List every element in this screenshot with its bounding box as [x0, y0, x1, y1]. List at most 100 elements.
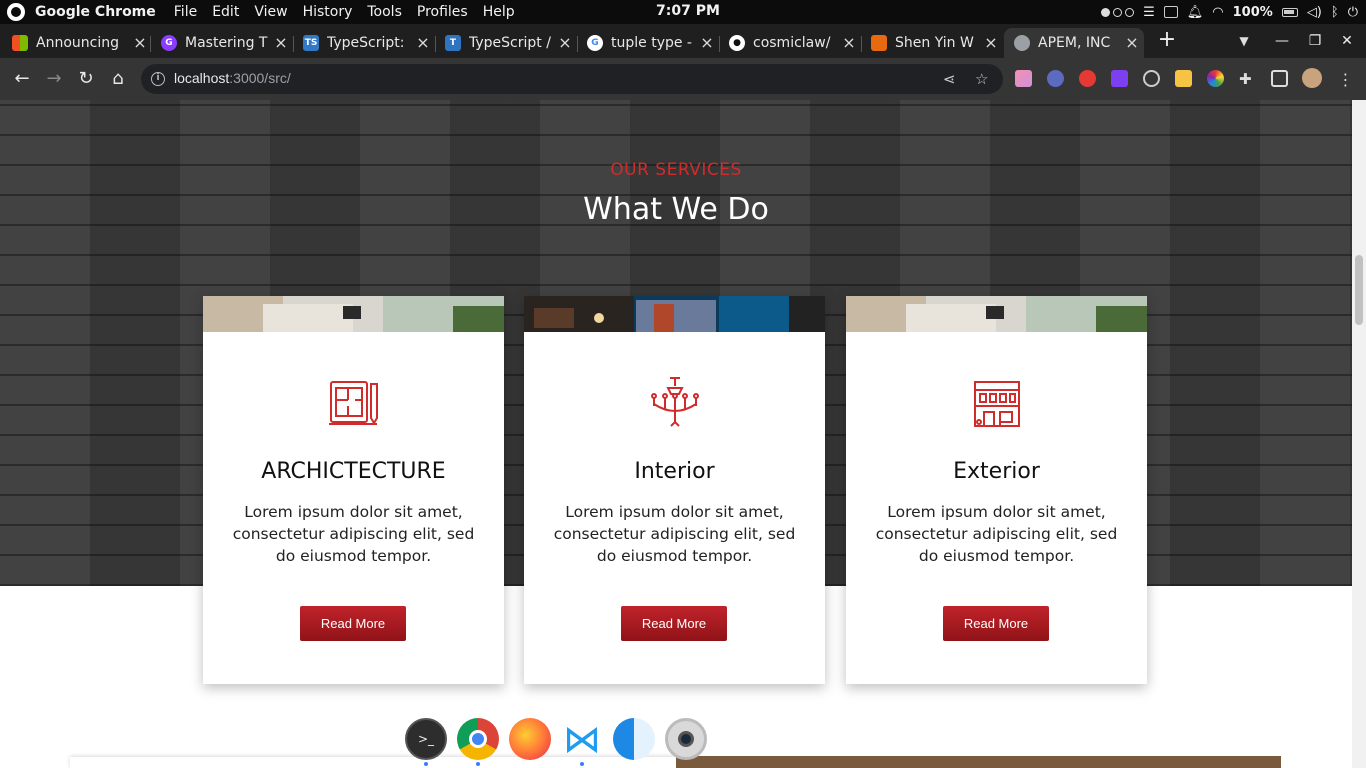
extension-hand-icon[interactable] — [1079, 70, 1096, 87]
minimize-icon[interactable]: — — [1273, 32, 1291, 50]
close-icon[interactable]: × — [983, 35, 999, 51]
running-indicator — [580, 762, 584, 766]
tab-title: TypeScript / — [469, 35, 551, 51]
extension-v-icon[interactable] — [1111, 70, 1128, 87]
google-icon: G — [587, 35, 603, 51]
kebab-menu-icon[interactable]: ⋮ — [1337, 70, 1354, 89]
scrollbar-thumb[interactable] — [1355, 255, 1363, 325]
service-card-architecture: ARCHICTECTURE Lorem ipsum dolor sit amet… — [203, 296, 504, 684]
tab-title: TypeScript: — [327, 35, 405, 51]
globe-icon — [1014, 35, 1030, 51]
running-indicator — [476, 762, 480, 766]
tab-shen-yin[interactable]: Shen Yin W × — [871, 28, 1003, 58]
tab-announcing[interactable]: Announcing × — [12, 28, 152, 58]
read-more-button[interactable]: Read More — [621, 606, 727, 641]
close-window-icon[interactable]: ✕ — [1338, 32, 1356, 50]
tab-title: tuple type - — [611, 35, 692, 51]
vscode-icon[interactable]: ⋈ — [561, 718, 603, 760]
reload-icon[interactable]: ↻ — [74, 67, 98, 91]
close-icon[interactable]: × — [273, 35, 289, 51]
camera-icon[interactable] — [665, 718, 707, 760]
workspace-dots-icon[interactable] — [1101, 7, 1135, 17]
notification-bell-icon[interactable]: 🔔︎ — [1187, 5, 1204, 20]
close-icon[interactable]: × — [699, 35, 715, 51]
menu-view[interactable]: View — [254, 4, 287, 20]
volume-icon[interactable]: ◁) — [1307, 5, 1322, 20]
tab-cosmiclaw[interactable]: ● cosmiclaw/ × — [729, 28, 861, 58]
system-tray: ☰ 🔔︎ ◠ 100% ◁) ᛒ ⏻ — [1101, 0, 1358, 24]
menu-profiles[interactable]: Profiles — [417, 4, 468, 20]
card-title: ARCHICTECTURE — [261, 459, 446, 484]
restore-icon[interactable]: ❐ — [1306, 32, 1324, 50]
menu-edit[interactable]: Edit — [212, 4, 239, 20]
tab-typescript-1[interactable]: TS TypeScript: × — [303, 28, 435, 58]
bookmark-star-icon[interactable]: ☆ — [975, 70, 988, 88]
chevron-down-icon[interactable]: ▼ — [1236, 34, 1252, 50]
bookmark-site-icon — [871, 35, 887, 51]
menu-lines-icon[interactable]: ☰ — [1143, 5, 1155, 20]
extension-note-icon[interactable] — [1175, 70, 1192, 87]
side-panel-icon[interactable] — [1271, 70, 1288, 87]
page-viewport: OUR SERVICES What We Do ARCHICTECTURE Lo… — [0, 100, 1352, 768]
extension-spy-icon[interactable] — [1047, 70, 1064, 87]
app-name[interactable]: Google Chrome — [35, 4, 156, 20]
extension-color-icon[interactable] — [1207, 70, 1224, 87]
extensions-puzzle-icon[interactable]: ✚ — [1239, 70, 1256, 88]
blueprint-icon — [329, 381, 378, 425]
menu-help[interactable]: Help — [483, 4, 515, 20]
section-eyebrow: OUR SERVICES — [610, 160, 742, 180]
battery-percent: 100% — [1232, 4, 1273, 20]
menu-tools[interactable]: Tools — [367, 4, 402, 20]
firefox-icon[interactable] — [509, 718, 551, 760]
site-info-icon[interactable]: i — [151, 72, 165, 86]
next-section-image — [676, 756, 1281, 768]
tab-tuple-type[interactable]: G tuple type - × — [587, 28, 719, 58]
back-arrow-icon[interactable]: ← — [10, 67, 34, 91]
tab-typescript-2[interactable]: T TypeScript / × — [445, 28, 577, 58]
home-icon[interactable]: ⌂ — [106, 67, 130, 91]
extension-pink-icon[interactable] — [1015, 70, 1032, 87]
new-tab-button[interactable]: + — [1156, 29, 1178, 52]
tab-title: cosmiclaw/ — [753, 35, 831, 51]
forward-arrow-icon[interactable]: → — [42, 67, 66, 91]
card-text: Lorem ipsum dolor sit amet, consectetur … — [875, 503, 1118, 565]
terminal-icon[interactable]: >_ — [405, 718, 447, 760]
address-bar[interactable]: i localhost:3000/src/ ⋖ ☆ — [141, 64, 1003, 94]
card-title: Exterior — [953, 459, 1040, 484]
read-more-button[interactable]: Read More — [300, 606, 406, 641]
close-icon[interactable]: × — [132, 35, 148, 51]
service-card-interior: Interior Lorem ipsum dolor sit amet, con… — [524, 296, 825, 684]
tab-apem-active[interactable]: APEM, INC × — [1004, 28, 1144, 58]
bluetooth-icon[interactable]: ᛒ — [1331, 5, 1339, 20]
url-text[interactable]: localhost:3000/src/ — [174, 70, 291, 86]
running-indicator — [424, 762, 428, 766]
close-icon[interactable]: × — [415, 35, 431, 51]
typescript-icon: T — [445, 35, 461, 51]
microsoft-logo-icon — [12, 35, 28, 51]
close-icon[interactable]: × — [557, 35, 573, 51]
card-image — [524, 296, 825, 332]
tab-title: Mastering T — [185, 35, 268, 51]
finder-icon[interactable] — [613, 718, 655, 760]
share-icon[interactable]: ⋖ — [943, 70, 956, 88]
read-more-button[interactable]: Read More — [943, 606, 1049, 641]
power-icon[interactable]: ⏻ — [1348, 5, 1358, 20]
folder-icon[interactable] — [1163, 6, 1178, 18]
chrome-icon[interactable] — [457, 718, 499, 760]
clock[interactable]: 7:07 PM — [656, 3, 720, 19]
os-logo-icon[interactable] — [7, 3, 25, 21]
battery-icon[interactable] — [1281, 7, 1298, 17]
menu-history[interactable]: History — [303, 4, 353, 20]
menu-file[interactable]: File — [174, 4, 197, 20]
avatar[interactable] — [1302, 68, 1322, 88]
typescript-icon: TS — [303, 35, 319, 51]
close-icon[interactable]: × — [841, 35, 857, 51]
os-top-bar: Google Chrome File Edit View History Too… — [0, 0, 1366, 24]
wifi-icon[interactable]: ◠ — [1212, 5, 1223, 20]
scrollbar[interactable] — [1352, 100, 1366, 768]
tab-mastering[interactable]: G Mastering T × — [161, 28, 293, 58]
tab-title: Announcing — [36, 35, 119, 51]
card-text: Lorem ipsum dolor sit amet, consectetur … — [232, 503, 475, 565]
extension-target-icon[interactable] — [1143, 70, 1160, 87]
close-icon[interactable]: × — [1124, 35, 1140, 51]
